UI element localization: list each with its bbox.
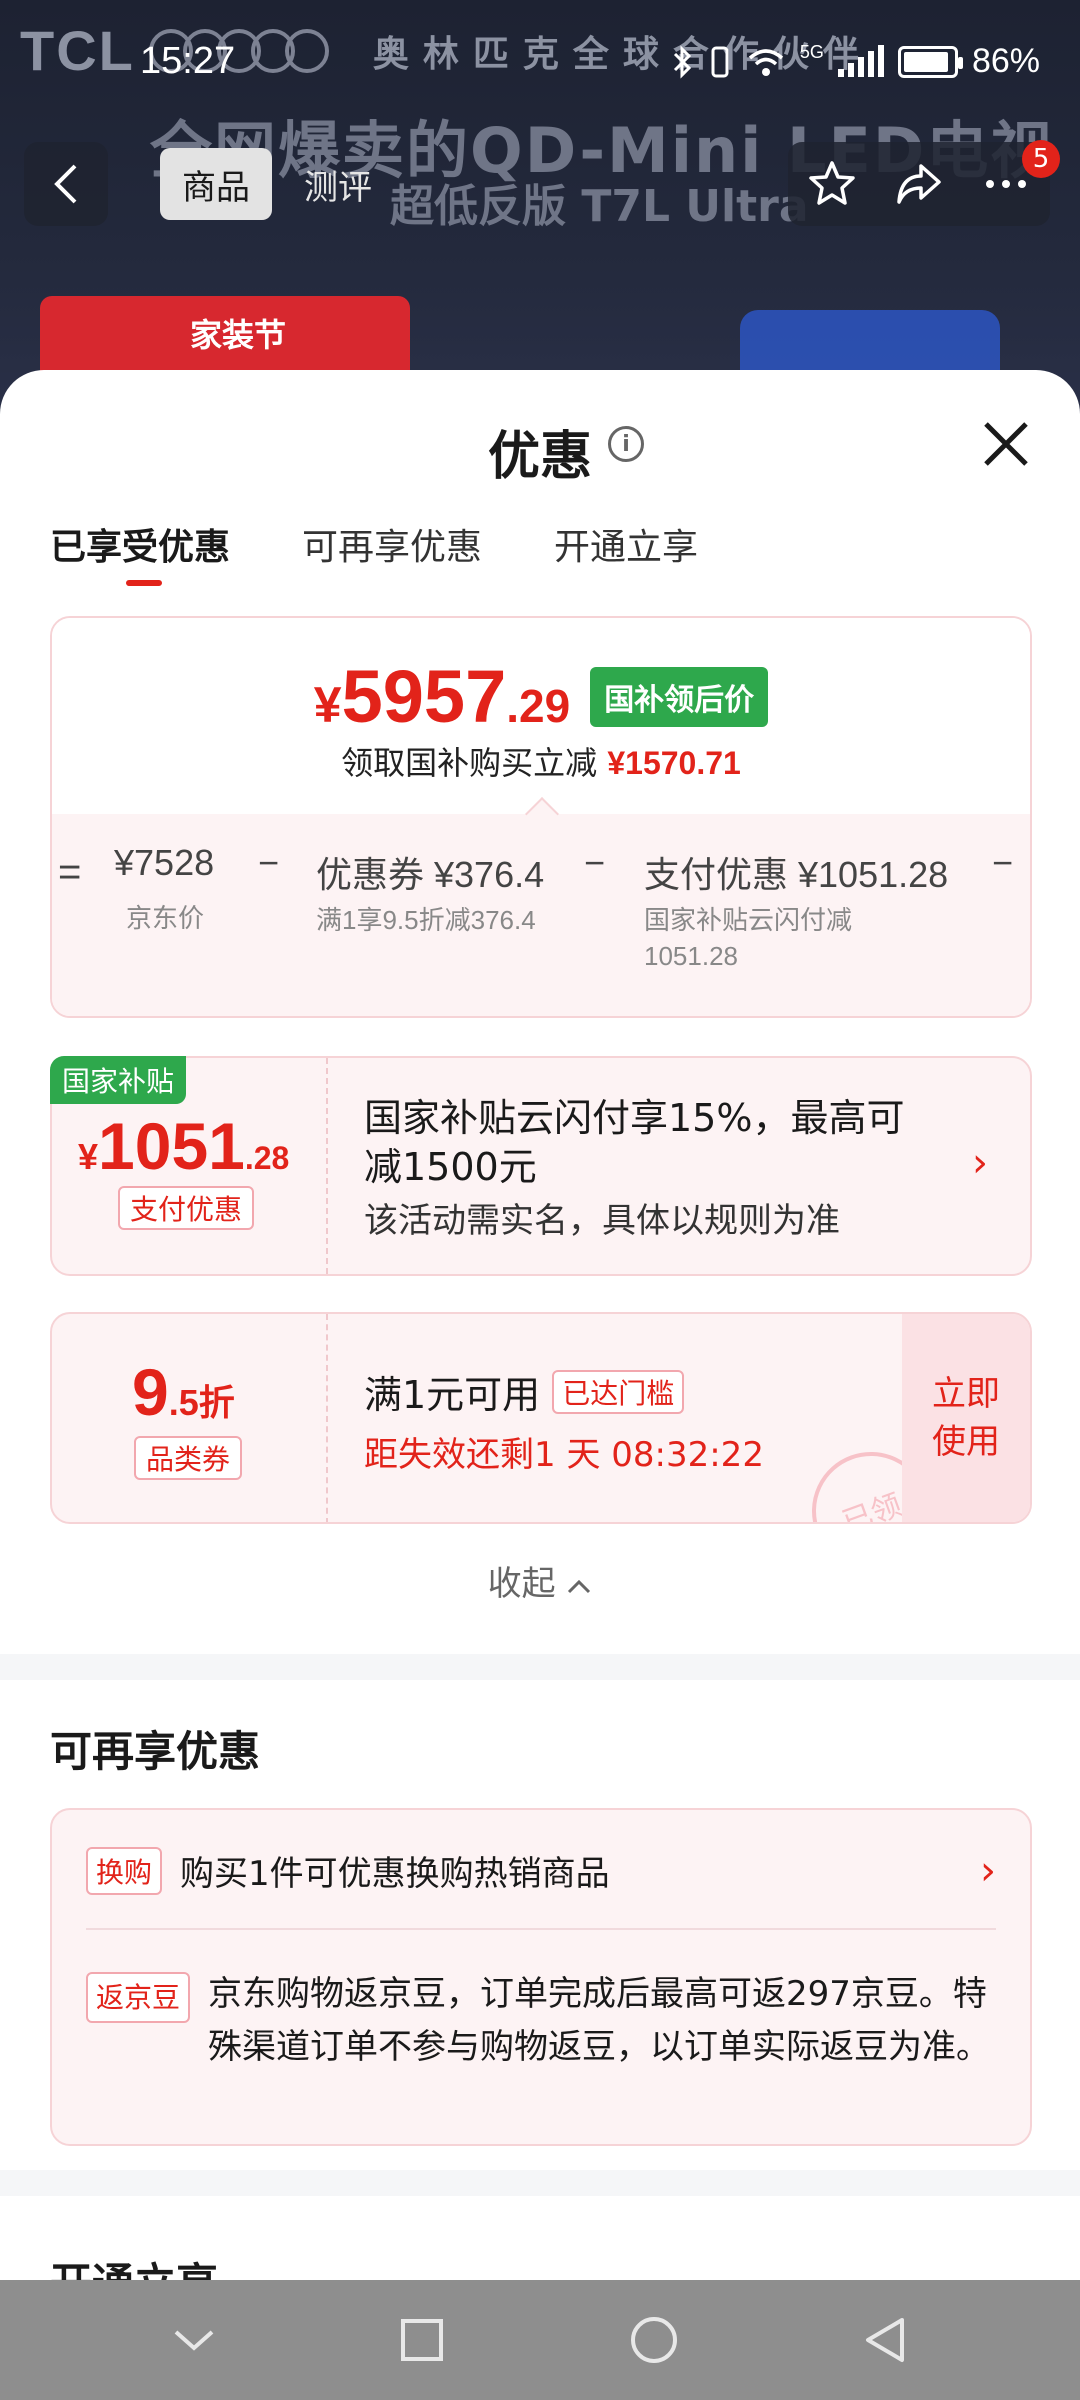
discount-sheet: 优惠 i 已享受优惠 可再享优惠 开通立享 ¥5957.29 国补领后价 领取国…	[0, 370, 1080, 2280]
more-offers-card: 换购 购买1件可优惠换购热销商品 › 返京豆 京东购物返京豆，订单完成后最高可返…	[50, 1808, 1032, 2146]
wifi-icon	[748, 48, 784, 76]
coupon-card: 9.5折 品类券 满1元可用 已达门槛 距失效还剩1 天 08:32:22 已领…	[50, 1312, 1032, 1524]
offer-tag: 返京豆	[86, 1972, 191, 2024]
tab-more-available[interactable]: 可再享优惠	[302, 518, 482, 570]
chevron-right-icon: ›	[980, 1847, 996, 1894]
subsidy-tag: 国家补贴	[50, 1056, 187, 1104]
status-time: 15:27	[140, 40, 236, 82]
top-tab-product[interactable]: 商品	[160, 148, 272, 220]
offer-tag: 换购	[86, 1846, 163, 1895]
offer-text: 购买1件可优惠换购热销商品	[180, 1854, 610, 1894]
trade-in-offer[interactable]: 换购 购买1件可优惠换购热销商品 ›	[86, 1846, 996, 1895]
section-divider	[0, 1654, 1080, 1680]
notification-badge: 5	[1022, 140, 1060, 178]
use-now-button[interactable]: 立即使用	[902, 1314, 1030, 1522]
coupon-deduction-desc: 满1享9.5折减376.4	[316, 905, 536, 935]
equals-sign: =	[58, 850, 82, 894]
coupon-discount-block: 9.5折 品类券	[52, 1314, 328, 1522]
close-icon[interactable]	[976, 414, 1036, 474]
coupon-discount: 9.5折	[132, 1355, 235, 1429]
star-icon[interactable]	[806, 158, 858, 210]
tab-activate[interactable]: 开通立享	[554, 518, 698, 570]
share-icon[interactable]	[893, 158, 945, 210]
info-icon[interactable]: i	[608, 426, 644, 462]
price-sub: 领取国补购买立减 ¥1570.71	[341, 744, 741, 782]
subsidy-amount: ¥1051.28	[78, 1109, 290, 1183]
chevron-up-icon	[568, 1579, 591, 1594]
price-badge: 国补领后价	[590, 667, 769, 727]
total-saving: ¥1570.71	[607, 745, 741, 781]
top-tab-review[interactable]: 测评	[282, 148, 394, 220]
minus-sign-2: −	[584, 842, 606, 883]
bluetooth-icon	[673, 44, 692, 79]
vibrate-icon	[711, 46, 729, 77]
activate-section-title: 开通立享	[50, 2250, 218, 2280]
sheet-title: 优惠	[487, 427, 592, 487]
subsidy-card[interactable]: 国家补贴 ¥1051.28 支付优惠 国家补贴云闪付享15%，最高可减1500元…	[50, 1056, 1032, 1276]
sheet-tabs: 已享受优惠 可再享优惠 开通立享	[50, 518, 698, 586]
status-icons: 5G 86%	[672, 42, 1040, 81]
base-price-label: 京东价	[126, 903, 205, 933]
signal-icon	[837, 44, 884, 77]
final-price: ¥5957.29	[313, 655, 571, 738]
back-button[interactable]	[24, 142, 108, 226]
battery-percent: 86%	[971, 42, 1040, 80]
payment-deduction-desc: 国家补贴云闪付减 1051.28	[644, 905, 853, 972]
coupon-expiry: 距失效还剩1 天 08:32:22	[364, 1435, 764, 1475]
promo-label: 家装节	[190, 316, 287, 354]
section-divider	[0, 2170, 1080, 2196]
chevron-right-icon: ›	[972, 1140, 988, 1186]
top-actions	[788, 142, 1050, 226]
offer-text: 京东购物返京豆，订单完成后最高可返297京豆。特殊渠道订单不参与购物返豆，以订单…	[208, 1974, 991, 2067]
chevron-down-icon[interactable]	[172, 2326, 216, 2354]
minus-sign-3: −	[992, 842, 1014, 883]
collapse-button[interactable]: 收起	[0, 1556, 1080, 1605]
subsidy-desc: 该活动需实名，具体以规则为准	[364, 1200, 840, 1241]
banner-subheadline: 超低反版 T7L Ultra	[390, 181, 809, 232]
chevron-left-icon	[54, 164, 77, 204]
coupon-condition: 满1元可用	[364, 1373, 541, 1417]
back-triangle-icon[interactable]	[862, 2315, 908, 2365]
price-formula: = ¥7528 京东价 − 优惠券 ¥376.4 满1享9.5折减376.4 −…	[52, 814, 1030, 1016]
home-icon[interactable]	[629, 2315, 679, 2365]
subsidy-type-label: 支付优惠	[118, 1186, 255, 1230]
threshold-tag: 已达门槛	[552, 1369, 685, 1414]
top-tabs: 商品 测评	[160, 148, 394, 220]
base-price: ¥7528	[114, 842, 215, 883]
jingdou-offer: 返京豆 京东购物返京豆，订单完成后最高可返297京豆。特殊渠道订单不参与购物返豆…	[86, 1968, 990, 2073]
payment-deduction: 支付优惠 ¥1051.28	[644, 854, 949, 895]
tab-enjoyed[interactable]: 已享受优惠	[50, 518, 230, 586]
more-offers-title: 可再享优惠	[50, 1727, 261, 1776]
minus-sign-1: −	[258, 842, 280, 883]
subsidy-title: 国家补贴云闪付享15%，最高可减1500元	[364, 1096, 905, 1190]
coupon-deduction: 优惠券 ¥376.4	[316, 854, 545, 895]
battery-icon	[897, 45, 963, 78]
recents-icon[interactable]	[399, 2317, 445, 2363]
coupon-type-label: 品类券	[134, 1436, 243, 1480]
row-separator	[86, 1928, 996, 1930]
system-nav-bar	[0, 2280, 1080, 2400]
price-summary-card: ¥5957.29 国补领后价 领取国补购买立减 ¥1570.71 = ¥7528…	[50, 616, 1032, 1018]
subsidy-amount-block: 国家补贴 ¥1051.28 支付优惠	[50, 1056, 328, 1274]
subsidy-info: 国家补贴云闪付享15%，最高可减1500元 该活动需实名，具体以规则为准	[364, 1094, 924, 1243]
network-type: 5G	[799, 42, 824, 62]
coupon-info: 满1元可用 已达门槛 距失效还剩1 天 08:32:22	[364, 1364, 764, 1476]
status-bar: 15:27 5G 86%	[0, 0, 1080, 130]
